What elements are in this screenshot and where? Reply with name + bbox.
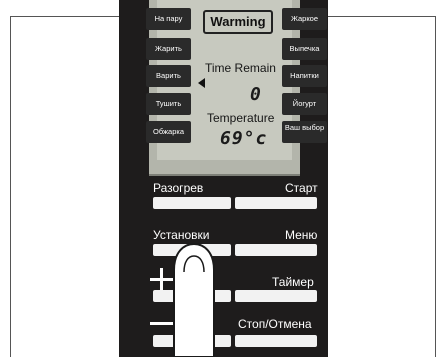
program-button-boil[interactable]: Варить (146, 65, 191, 87)
time-remain-value: 0 (250, 84, 262, 105)
time-remain-label: Time Remain (205, 61, 276, 75)
program-button-fry[interactable]: Жарить (146, 38, 191, 60)
reheat-button[interactable] (153, 197, 231, 209)
frame-left-line (10, 16, 11, 357)
mode-indicator: Warming (203, 10, 273, 34)
program-button-steam[interactable]: На пару (146, 8, 191, 30)
program-button-custom[interactable]: Ваш выбор (282, 121, 327, 143)
program-button-drinks[interactable]: Напитки (282, 65, 327, 87)
selection-arrow-icon (198, 78, 205, 88)
timer-label: Таймер (272, 275, 314, 289)
program-button-yogurt[interactable]: Йогурт (282, 93, 327, 115)
program-button-bake[interactable]: Выпечка (282, 38, 327, 60)
settings-label: Установки (153, 228, 210, 242)
program-button-stew-meat[interactable]: Жаркое (282, 8, 327, 30)
program-button-roast[interactable]: Обжарка (146, 121, 191, 143)
reheat-label: Разогрев (153, 181, 204, 195)
temperature-label: Temperature (207, 111, 275, 125)
stop-cancel-label: Стоп/Отмена (238, 317, 312, 331)
menu-label: Меню (285, 228, 318, 242)
pointing-finger-icon (173, 242, 215, 357)
program-button-stew[interactable]: Тушить (146, 93, 191, 115)
frame-right-line (435, 16, 436, 357)
timer-button[interactable] (235, 290, 317, 302)
start-label: Старт (285, 181, 318, 195)
stop-cancel-button[interactable] (235, 335, 317, 347)
temperature-value: 69°c (220, 128, 268, 149)
start-button[interactable] (235, 197, 317, 209)
menu-button[interactable] (235, 244, 317, 256)
